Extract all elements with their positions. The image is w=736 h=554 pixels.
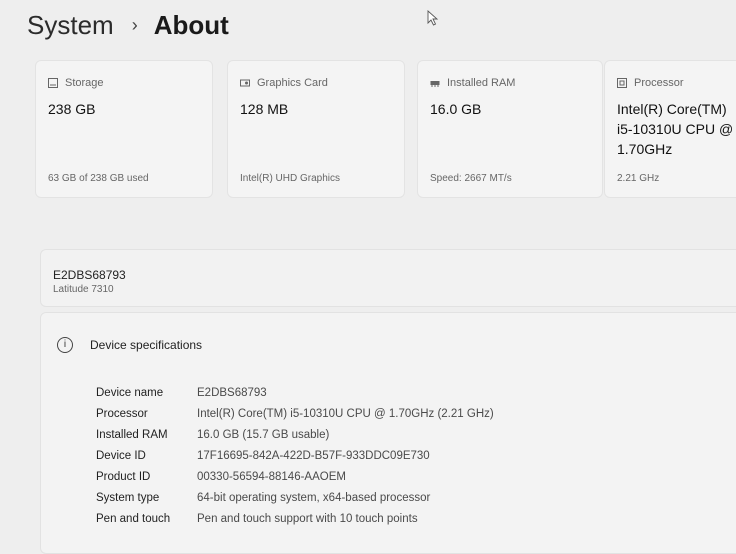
spec-label: Device name bbox=[96, 387, 164, 399]
processor-speed: 2.21 GHz bbox=[617, 173, 660, 184]
info-icon: i bbox=[57, 337, 73, 353]
device-name-row[interactable]: E2DBS68793 Latitude 7310 bbox=[40, 249, 736, 307]
ram-speed: Speed: 2667 MT/s bbox=[430, 173, 512, 184]
breadcrumb-separator-icon: › bbox=[131, 15, 138, 35]
mouse-cursor-icon bbox=[427, 10, 439, 26]
storage-label: Storage bbox=[65, 77, 104, 89]
processor-value: Intel(R) Core(TM) i5-10310U CPU @ 1.70GH… bbox=[617, 101, 734, 157]
spec-label: System type bbox=[96, 492, 160, 504]
spec-value: 00330-56594-88146-AAOEM bbox=[197, 471, 346, 483]
storage-value: 238 GB bbox=[48, 101, 96, 117]
spec-label: Installed RAM bbox=[96, 429, 168, 441]
spec-value: E2DBS68793 bbox=[197, 387, 267, 399]
storage-usage: 63 GB of 238 GB used bbox=[48, 173, 149, 184]
graphics-card-name: Intel(R) UHD Graphics bbox=[240, 173, 341, 184]
spec-value: Pen and touch support with 10 touch poin… bbox=[197, 513, 418, 525]
storage-card[interactable]: Storage 238 GB 63 GB of 238 GB used bbox=[35, 60, 213, 198]
spec-value: 17F16695-842A-422D-B57F-933DDC09E730 bbox=[197, 450, 430, 462]
device-model: Latitude 7310 bbox=[53, 284, 114, 295]
breadcrumb-system-link[interactable]: System bbox=[27, 10, 114, 41]
installed-ram-card[interactable]: Installed RAM 16.0 GB Speed: 2667 MT/s bbox=[417, 60, 603, 198]
installed-ram-label: Installed RAM bbox=[447, 77, 516, 89]
device-specifications-panel: i Device specifications Device name E2DB… bbox=[40, 312, 736, 554]
graphics-card-card[interactable]: Graphics Card 128 MB Intel(R) UHD Graphi… bbox=[227, 60, 405, 198]
processor-card[interactable]: Processor Intel(R) Core(TM) i5-10310U CP… bbox=[604, 60, 736, 198]
spec-label: Product ID bbox=[96, 471, 151, 483]
device-specifications-title: Device specifications bbox=[90, 338, 203, 352]
spec-label: Device ID bbox=[96, 450, 146, 462]
graphics-card-value: 128 MB bbox=[240, 101, 289, 117]
spec-label: Pen and touch bbox=[96, 513, 171, 525]
processor-label: Processor bbox=[634, 77, 684, 89]
spec-value: 64-bit operating system, x64-based proce… bbox=[197, 492, 431, 504]
processor-icon bbox=[617, 78, 627, 88]
storage-icon bbox=[48, 78, 58, 88]
device-name: E2DBS68793 bbox=[53, 268, 126, 282]
spec-label: Processor bbox=[96, 408, 148, 420]
ram-icon bbox=[430, 81, 440, 87]
graphics-card-icon bbox=[240, 79, 250, 87]
spec-value: 16.0 GB (15.7 GB usable) bbox=[197, 429, 330, 441]
graphics-card-label: Graphics Card bbox=[257, 77, 328, 89]
spec-value: Intel(R) Core(TM) i5-10310U CPU @ 1.70GH… bbox=[197, 408, 494, 420]
breadcrumb: System › About bbox=[27, 10, 229, 41]
device-specifications-header[interactable]: i Device specifications bbox=[57, 337, 202, 353]
installed-ram-value: 16.0 GB bbox=[430, 101, 482, 117]
page-title: About bbox=[153, 10, 229, 40]
